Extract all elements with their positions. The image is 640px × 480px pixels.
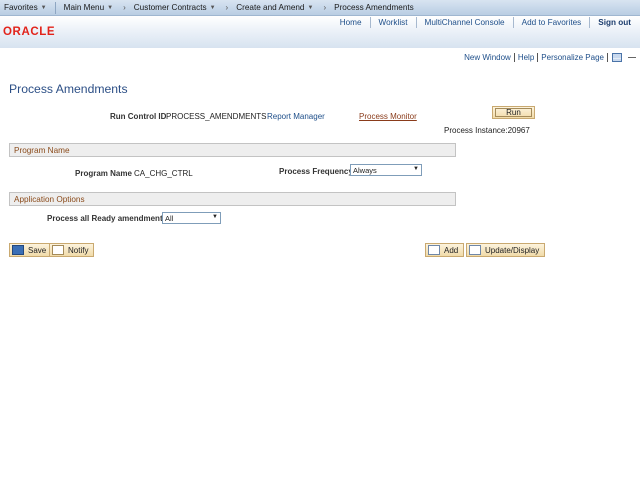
breadcrumb-create-and-amend[interactable]: Create and Amend ▼ xyxy=(232,0,317,16)
link-divider xyxy=(607,53,608,62)
process-frequency-select[interactable]: Always ▼ xyxy=(350,164,422,176)
application-options-section-header: Application Options xyxy=(9,192,456,206)
breadcrumb-separator-icon: › xyxy=(225,3,229,12)
search-page-icon xyxy=(469,245,481,255)
add-page-icon xyxy=(428,245,440,255)
chevron-down-icon: ▼ xyxy=(40,4,47,11)
add-label: Add xyxy=(444,245,459,255)
sign-out-link[interactable]: Sign out xyxy=(590,17,640,28)
program-name-value: CA_CHG_CTRL xyxy=(134,169,193,178)
oracle-logo: ORACLE xyxy=(3,26,56,38)
run-control-label: Run Control ID xyxy=(110,112,167,121)
page-title: Process Amendments xyxy=(9,82,128,96)
run-control-value: PROCESS_AMENDMENTS xyxy=(166,112,267,121)
process-monitor-link[interactable]: Process Monitor xyxy=(359,112,417,121)
page-header: ORACLE Home Worklist MultiChannel Consol… xyxy=(0,16,640,48)
run-button-label: Run xyxy=(506,108,521,117)
save-icon xyxy=(12,245,24,255)
notify-button[interactable]: Notify xyxy=(49,243,95,257)
favorites-menu[interactable]: Favorites ▼ xyxy=(0,0,51,16)
favorites-label: Favorites xyxy=(4,3,38,12)
save-label: Save xyxy=(28,245,47,255)
new-window-link[interactable]: New Window xyxy=(461,53,514,62)
process-instance: Process Instance:20967 xyxy=(444,126,530,135)
help-link[interactable]: Help xyxy=(515,53,537,62)
save-button[interactable]: Save xyxy=(9,243,53,257)
selected-value: All xyxy=(165,213,174,223)
top-navigation-bar: Favorites ▼ Main Menu ▼ › Customer Contr… xyxy=(0,0,640,16)
program-name-label: Program Name xyxy=(75,169,132,178)
chevron-down-icon: ▼ xyxy=(413,166,419,172)
breadcrumb-label: Create and Amend xyxy=(236,3,305,12)
envelope-icon xyxy=(52,245,64,255)
breadcrumb-customer-contracts[interactable]: Customer Contracts ▼ xyxy=(130,0,220,16)
home-link[interactable]: Home xyxy=(332,17,371,28)
breadcrumb-separator-icon: › xyxy=(323,3,327,12)
chevron-down-icon: ▼ xyxy=(307,4,314,11)
breadcrumb-label: Process Amendments xyxy=(334,3,414,12)
section-title: Program Name xyxy=(14,145,70,155)
process-all-ready-select[interactable]: All ▼ xyxy=(162,212,221,224)
add-to-favorites-link[interactable]: Add to Favorites xyxy=(514,17,591,28)
multichannel-console-link[interactable]: MultiChannel Console xyxy=(417,17,514,28)
grid-icon[interactable] xyxy=(612,53,622,62)
process-frequency-label: Process Frequency xyxy=(279,167,353,176)
breadcrumb-process-amendments[interactable]: Process Amendments xyxy=(330,0,418,16)
notify-label: Notify xyxy=(68,245,89,255)
process-all-ready-label: Process all Ready amendments xyxy=(47,214,168,223)
breadcrumb-separator-icon: › xyxy=(123,3,126,12)
personalize-page-link[interactable]: Personalize Page xyxy=(538,53,607,62)
breadcrumb-label: Customer Contracts xyxy=(133,3,207,12)
nav-divider xyxy=(54,1,56,14)
report-manager-link[interactable]: Report Manager xyxy=(267,112,325,121)
chevron-down-icon: ▼ xyxy=(107,4,114,11)
minimize-icon[interactable] xyxy=(628,57,636,58)
update-display-button[interactable]: Update/Display xyxy=(466,243,546,257)
main-menu-label: Main Menu xyxy=(63,3,105,12)
program-name-section-header: Program Name xyxy=(9,143,456,157)
chevron-down-icon: ▼ xyxy=(212,214,218,220)
main-menu[interactable]: Main Menu ▼ xyxy=(60,0,117,16)
section-title: Application Options xyxy=(14,194,85,204)
update-display-label: Update/Display xyxy=(485,245,540,255)
add-button[interactable]: Add xyxy=(425,243,465,257)
worklist-link[interactable]: Worklist xyxy=(371,17,417,28)
chevron-down-icon: ▼ xyxy=(209,4,216,11)
run-button[interactable]: Run xyxy=(492,106,535,119)
selected-value: Always xyxy=(353,165,377,175)
header-links: Home Worklist MultiChannel Console Add t… xyxy=(332,16,640,29)
page-links: New Window Help Personalize Page xyxy=(461,53,636,62)
